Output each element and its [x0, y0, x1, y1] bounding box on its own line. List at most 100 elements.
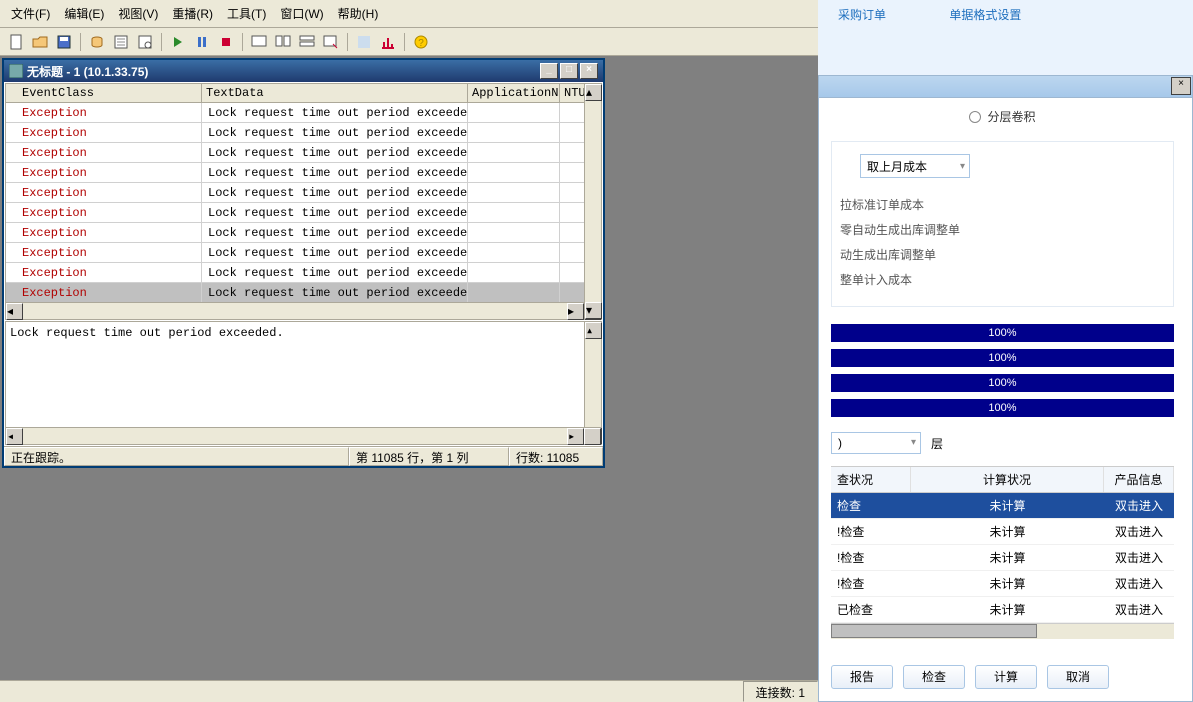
- col-check[interactable]: 查状况: [831, 467, 911, 492]
- calc-button[interactable]: 计算: [975, 665, 1037, 689]
- play-icon[interactable]: [167, 31, 189, 53]
- close-icon[interactable]: ×: [1171, 77, 1191, 95]
- scroll-left-icon[interactable]: ◂: [6, 303, 23, 320]
- radio-layered[interactable]: 分层卷积: [831, 108, 1174, 125]
- grid-body[interactable]: ExceptionLock request time out period ex…: [6, 103, 601, 302]
- status-position: 第 11085 行，第 1 列: [349, 447, 509, 466]
- export-icon[interactable]: [353, 31, 375, 53]
- grid-row[interactable]: ExceptionLock request time out period ex…: [6, 203, 601, 223]
- scroll-up-icon[interactable]: ▴: [585, 322, 602, 339]
- status-row[interactable]: 已检查未计算双击进入: [831, 597, 1174, 623]
- grid-row[interactable]: ExceptionLock request time out period ex…: [6, 183, 601, 203]
- new-icon[interactable]: [5, 31, 27, 53]
- chart-icon[interactable]: [377, 31, 399, 53]
- col-textdata[interactable]: TextData: [202, 84, 468, 102]
- window2-icon[interactable]: [272, 31, 294, 53]
- window3-icon[interactable]: [296, 31, 318, 53]
- status-row[interactable]: !检查未计算双击进入: [831, 519, 1174, 545]
- close-button[interactable]: ×: [580, 63, 598, 79]
- grid-row[interactable]: ExceptionLock request time out period ex…: [6, 143, 601, 163]
- grid-row[interactable]: ExceptionLock request time out period ex…: [6, 223, 601, 243]
- status-rowcount: 行数: 11085: [509, 447, 603, 466]
- menu-tools[interactable]: 工具(T): [221, 3, 272, 24]
- app-statusbar: 连接数: 1: [0, 680, 818, 702]
- grid-row[interactable]: ExceptionLock request time out period ex…: [6, 163, 601, 183]
- progress-group: 100% 100% 100% 100%: [831, 317, 1174, 424]
- window-titlebar[interactable]: 无标题 - 1 (10.1.33.75) _ □ ×: [4, 60, 603, 82]
- right-header: 采购订单 单据格式设置: [818, 0, 1193, 75]
- status-table-hscroll[interactable]: [831, 623, 1174, 639]
- menu-help[interactable]: 帮助(H): [332, 3, 385, 24]
- right-panel-titlebar[interactable]: ×: [819, 76, 1192, 98]
- detail-hscroll[interactable]: ◂▸: [6, 427, 601, 444]
- right-panel-buttons: 报告检查计算取消: [831, 655, 1174, 701]
- report-button[interactable]: 报告: [831, 665, 893, 689]
- status-table-header: 查状况 计算状况 产品信息: [831, 467, 1174, 493]
- menu-view[interactable]: 视图(V): [112, 3, 164, 24]
- link-format[interactable]: 单据格式设置: [949, 8, 1021, 22]
- db-icon[interactable]: [86, 31, 108, 53]
- window1-icon[interactable]: [248, 31, 270, 53]
- link-po[interactable]: 采购订单: [838, 8, 886, 22]
- progress-bar: 100%: [831, 399, 1174, 417]
- menu-file[interactable]: 文件(F): [5, 3, 56, 24]
- grid-vscroll[interactable]: ▴ ▾: [584, 84, 601, 319]
- help-icon[interactable]: ?: [410, 31, 432, 53]
- scroll-right-icon[interactable]: ▸: [567, 303, 584, 320]
- status-row[interactable]: !检查未计算双击进入: [831, 571, 1174, 597]
- trace-window: 无标题 - 1 (10.1.33.75) _ □ × EventClass Te…: [2, 58, 605, 468]
- progress-bar: 100%: [831, 349, 1174, 367]
- col-eventclass[interactable]: EventClass: [6, 84, 202, 102]
- status-row[interactable]: !检查未计算双击进入: [831, 545, 1174, 571]
- menu-window[interactable]: 窗口(W): [274, 3, 329, 24]
- check-button[interactable]: 检查: [903, 665, 965, 689]
- option-item: 零自动生成出库调整单: [840, 217, 1165, 242]
- grid-row[interactable]: ExceptionLock request time out period ex…: [6, 263, 601, 283]
- grid-row[interactable]: ExceptionLock request time out period ex…: [6, 103, 601, 123]
- progress-bar: 100%: [831, 374, 1174, 392]
- scroll-down-icon[interactable]: ▾: [585, 302, 602, 319]
- col-calc[interactable]: 计算状况: [911, 467, 1104, 492]
- status-tracing: 正在跟踪。: [4, 447, 349, 466]
- pause-icon[interactable]: [191, 31, 213, 53]
- col-application[interactable]: ApplicationName: [468, 84, 560, 102]
- stop-icon[interactable]: [215, 31, 237, 53]
- menu-replay[interactable]: 重播(R): [166, 3, 219, 24]
- option-item: 动生成出库调整单: [840, 242, 1165, 267]
- radio-icon[interactable]: [969, 111, 981, 123]
- cost-combo[interactable]: 取上月成本: [860, 154, 970, 178]
- grid-row[interactable]: ExceptionLock request time out period ex…: [6, 283, 601, 302]
- right-panel: × 分层卷积 取上月成本 拉标准订单成本零自动生成出库调整单动生成出库调整单整单…: [818, 75, 1193, 702]
- status-table-body[interactable]: 检查未计算双击进入!检查未计算双击进入!检查未计算双击进入!检查未计算双击进入已…: [831, 493, 1174, 623]
- filter-icon[interactable]: [134, 31, 156, 53]
- maximize-button[interactable]: □: [560, 63, 578, 79]
- svg-text:?: ?: [418, 38, 424, 49]
- grid-row[interactable]: ExceptionLock request time out period ex…: [6, 123, 601, 143]
- scroll-up-icon[interactable]: ▴: [585, 84, 602, 101]
- detail-text: Lock request time out period exceeded.: [10, 326, 284, 340]
- progress-bar: 100%: [831, 324, 1174, 342]
- connection-count: 连接数: 1: [743, 681, 818, 702]
- grid-row[interactable]: ExceptionLock request time out period ex…: [6, 243, 601, 263]
- app-icon: [9, 64, 23, 78]
- detail-vscroll[interactable]: ▴ ▾: [584, 322, 601, 444]
- window-statusbar: 正在跟踪。 第 11085 行，第 1 列 行数: 11085: [4, 446, 603, 466]
- find-icon[interactable]: [320, 31, 342, 53]
- window-title: 无标题 - 1 (10.1.33.75): [27, 63, 148, 80]
- status-row[interactable]: 检查未计算双击进入: [831, 493, 1174, 519]
- detail-pane: Lock request time out period exceeded. ▴…: [5, 321, 602, 445]
- option-item: 整单计入成本: [840, 267, 1165, 292]
- radio-label: 分层卷积: [987, 108, 1035, 125]
- open-icon[interactable]: [29, 31, 51, 53]
- cancel-button[interactable]: 取消: [1047, 665, 1109, 689]
- level-combo[interactable]: ): [831, 432, 921, 454]
- grid-hscroll[interactable]: ◂ ▸: [6, 302, 601, 319]
- option-item: 拉标准订单成本: [840, 192, 1165, 217]
- props-icon[interactable]: [110, 31, 132, 53]
- save-icon[interactable]: [53, 31, 75, 53]
- grid-header: EventClass TextData ApplicationName NTUs…: [6, 84, 601, 103]
- minimize-button[interactable]: _: [540, 63, 558, 79]
- col-prod[interactable]: 产品信息: [1104, 467, 1174, 492]
- level-combo-value: ): [838, 436, 842, 450]
- menu-edit[interactable]: 编辑(E): [58, 3, 110, 24]
